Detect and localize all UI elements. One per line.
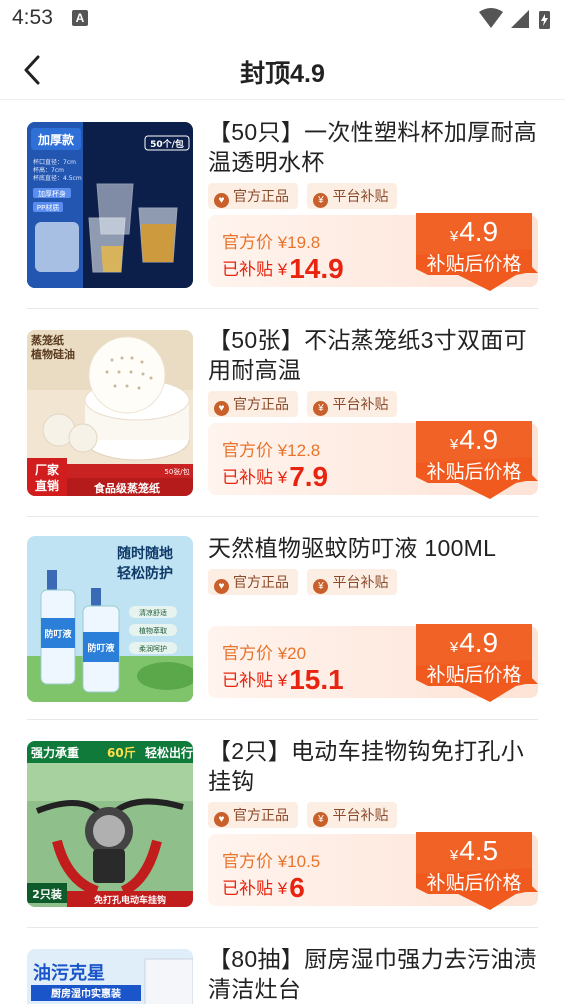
product-item[interactable]: 强力承重 60斤 轻松出行 2只装 免打孔电动车挂钩 【2只】电动车挂物钩免打孔…: [27, 720, 538, 928]
nav-bar: 封顶4.9: [0, 38, 565, 100]
svg-text:2只装: 2只装: [32, 887, 62, 901]
svg-text:加厚杯身: 加厚杯身: [38, 189, 66, 198]
svg-text:免打孔电动车挂钩: 免打孔电动车挂钩: [94, 894, 166, 906]
svg-text:杯口直径：7cm: 杯口直径：7cm: [33, 158, 76, 166]
yen-icon: ¥: [313, 812, 329, 827]
price-box: 官方价 ¥19.8 已补贴 ¥14.9 ¥4.9 补贴后价格: [208, 213, 538, 291]
svg-text:PP材质: PP材质: [37, 203, 59, 212]
product-title: 【50张】不沾蒸笼纸3寸双面可用耐高温: [208, 327, 527, 383]
heart-icon: ♥: [214, 193, 229, 208]
svg-text:清凉舒适: 清凉舒适: [139, 608, 167, 617]
product-image: 蒸笼纸 植物硅油 厂家 直销 食品级蒸笼纸 50张/包: [27, 330, 193, 496]
svg-text:厂家: 厂家: [35, 462, 60, 477]
product-item[interactable]: 加厚款 杯口直径：7cm 杯高：7cm 杯底直径：4.5cm 加厚杯身 PP材质…: [27, 101, 538, 309]
tag-subsidy: ¥ 平台补贴: [307, 183, 398, 209]
svg-text:60斤: 60斤: [107, 745, 136, 760]
heart-icon: ♥: [214, 579, 229, 594]
original-price: 官方价 ¥10.5: [222, 852, 321, 871]
product-image: 油污克星 厨房湿巾实惠装: [27, 949, 193, 1004]
product-title: 【50只】一次性塑料杯加厚耐高温透明水杯: [208, 119, 538, 175]
original-price: 官方价 ¥20: [222, 644, 307, 663]
final-price-badge: ¥4.9 补贴后价格: [416, 213, 538, 291]
subsidized-price: 已补贴 ¥15.1: [222, 664, 344, 695]
svg-text:50个/包: 50个/包: [150, 138, 184, 150]
final-price-badge: ¥4.9 补贴后价格: [416, 624, 538, 702]
product-image: 随时随地 轻松防护 防叮液 防叮液 清凉舒适 植物萃取 柔润呵护: [27, 536, 193, 702]
status-time: 4:53: [12, 6, 53, 29]
final-price: 4.9: [459, 627, 499, 658]
final-price-badge: ¥4.5 补贴后价格: [416, 832, 538, 910]
product-image: 加厚款 杯口直径：7cm 杯高：7cm 杯底直径：4.5cm 加厚杯身 PP材质…: [27, 122, 193, 288]
svg-text:轻松防护: 轻松防护: [117, 565, 173, 582]
svg-text:防叮液: 防叮液: [87, 642, 115, 654]
tag-subsidy: ¥ 平台补贴: [307, 391, 398, 417]
subsidized-price: 已补贴 ¥7.9: [222, 461, 329, 492]
signal-icon: [511, 10, 529, 28]
svg-text:油污克星: 油污克星: [33, 962, 105, 984]
svg-text:植物硅油: 植物硅油: [30, 347, 75, 361]
yen-icon: ¥: [313, 401, 329, 416]
tag-official: ♥ 官方正品: [208, 183, 298, 209]
final-price-label: 补贴后价格: [426, 462, 522, 483]
final-price: 4.9: [459, 424, 499, 455]
svg-text:直销: 直销: [35, 478, 59, 493]
page-title: 封顶4.9: [240, 60, 325, 88]
heart-icon: ♥: [214, 812, 229, 827]
svg-text:杯底直径：4.5cm: 杯底直径：4.5cm: [33, 174, 82, 182]
price-box: 官方价 ¥10.5 已补贴 ¥6 ¥4.5 补贴后价格: [208, 832, 538, 910]
tag-official: ♥ 官方正品: [208, 569, 298, 595]
tag-official: ♥ 官方正品: [208, 802, 298, 828]
svg-text:50张/包: 50张/包: [164, 467, 189, 476]
notification-icon: A: [72, 10, 88, 26]
final-price-badge: ¥4.9 补贴后价格: [416, 421, 538, 499]
final-price-label: 补贴后价格: [426, 873, 522, 894]
product-title: 【2只】电动车挂物钩免打孔小挂钩: [208, 738, 524, 794]
original-price: 官方价 ¥19.8: [222, 233, 321, 252]
yen-icon: ¥: [313, 579, 329, 594]
wifi-icon: [479, 8, 503, 28]
svg-text:强力承重: 强力承重: [31, 745, 79, 760]
product-item[interactable]: 蒸笼纸 植物硅油 厂家 直销 食品级蒸笼纸 50张/包 【50张】不沾蒸笼纸3寸…: [27, 309, 538, 517]
svg-text:轻松出行: 轻松出行: [145, 745, 193, 760]
final-price-label: 补贴后价格: [426, 665, 522, 686]
thumb-text: 加厚款: [37, 132, 75, 147]
svg-text:防叮液: 防叮液: [44, 628, 72, 640]
svg-text:蒸笼纸: 蒸笼纸: [31, 333, 64, 347]
tag-official: ♥ 官方正品: [208, 391, 298, 417]
svg-text:杯高：7cm: 杯高：7cm: [33, 166, 64, 174]
status-bar: 4:53 A: [0, 0, 565, 38]
svg-text:厨房湿巾实惠装: 厨房湿巾实惠装: [51, 987, 121, 1000]
product-item[interactable]: 油污克星 厨房湿巾实惠装 【80抽】厨房湿巾强力去污油渍清洁灶台: [27, 928, 538, 1004]
heart-icon: ♥: [214, 401, 229, 416]
product-title: 天然植物驱蚊防叮液 100ML: [208, 535, 497, 561]
status-icons: [479, 8, 550, 29]
subsidized-price: 已补贴 ¥14.9: [222, 253, 344, 284]
original-price: 官方价 ¥12.8: [222, 441, 321, 460]
price-box: 官方价 ¥20 已补贴 ¥15.1 ¥4.9 补贴后价格: [208, 624, 538, 702]
tag-subsidy: ¥ 平台补贴: [307, 569, 398, 595]
product-title: 【80抽】厨房湿巾强力去污油渍清洁灶台: [208, 946, 538, 1002]
svg-text:食品级蒸笼纸: 食品级蒸笼纸: [94, 481, 160, 495]
product-image: 强力承重 60斤 轻松出行 2只装 免打孔电动车挂钩: [27, 741, 193, 907]
final-price: 4.9: [459, 216, 499, 247]
svg-text:随时随地: 随时随地: [117, 545, 173, 562]
final-price-label: 补贴后价格: [426, 254, 522, 275]
final-price: 4.5: [459, 835, 499, 866]
tag-subsidy: ¥ 平台补贴: [307, 802, 398, 828]
svg-text:柔润呵护: 柔润呵护: [139, 644, 167, 653]
yen-icon: ¥: [313, 193, 329, 208]
price-box: 官方价 ¥12.8 已补贴 ¥7.9 ¥4.9 补贴后价格: [208, 421, 538, 499]
subsidized-price: 已补贴 ¥6: [222, 872, 305, 903]
product-item[interactable]: 随时随地 轻松防护 防叮液 防叮液 清凉舒适 植物萃取 柔润呵护 天然植物驱蚊防…: [27, 517, 538, 720]
svg-text:植物萃取: 植物萃取: [139, 626, 167, 635]
